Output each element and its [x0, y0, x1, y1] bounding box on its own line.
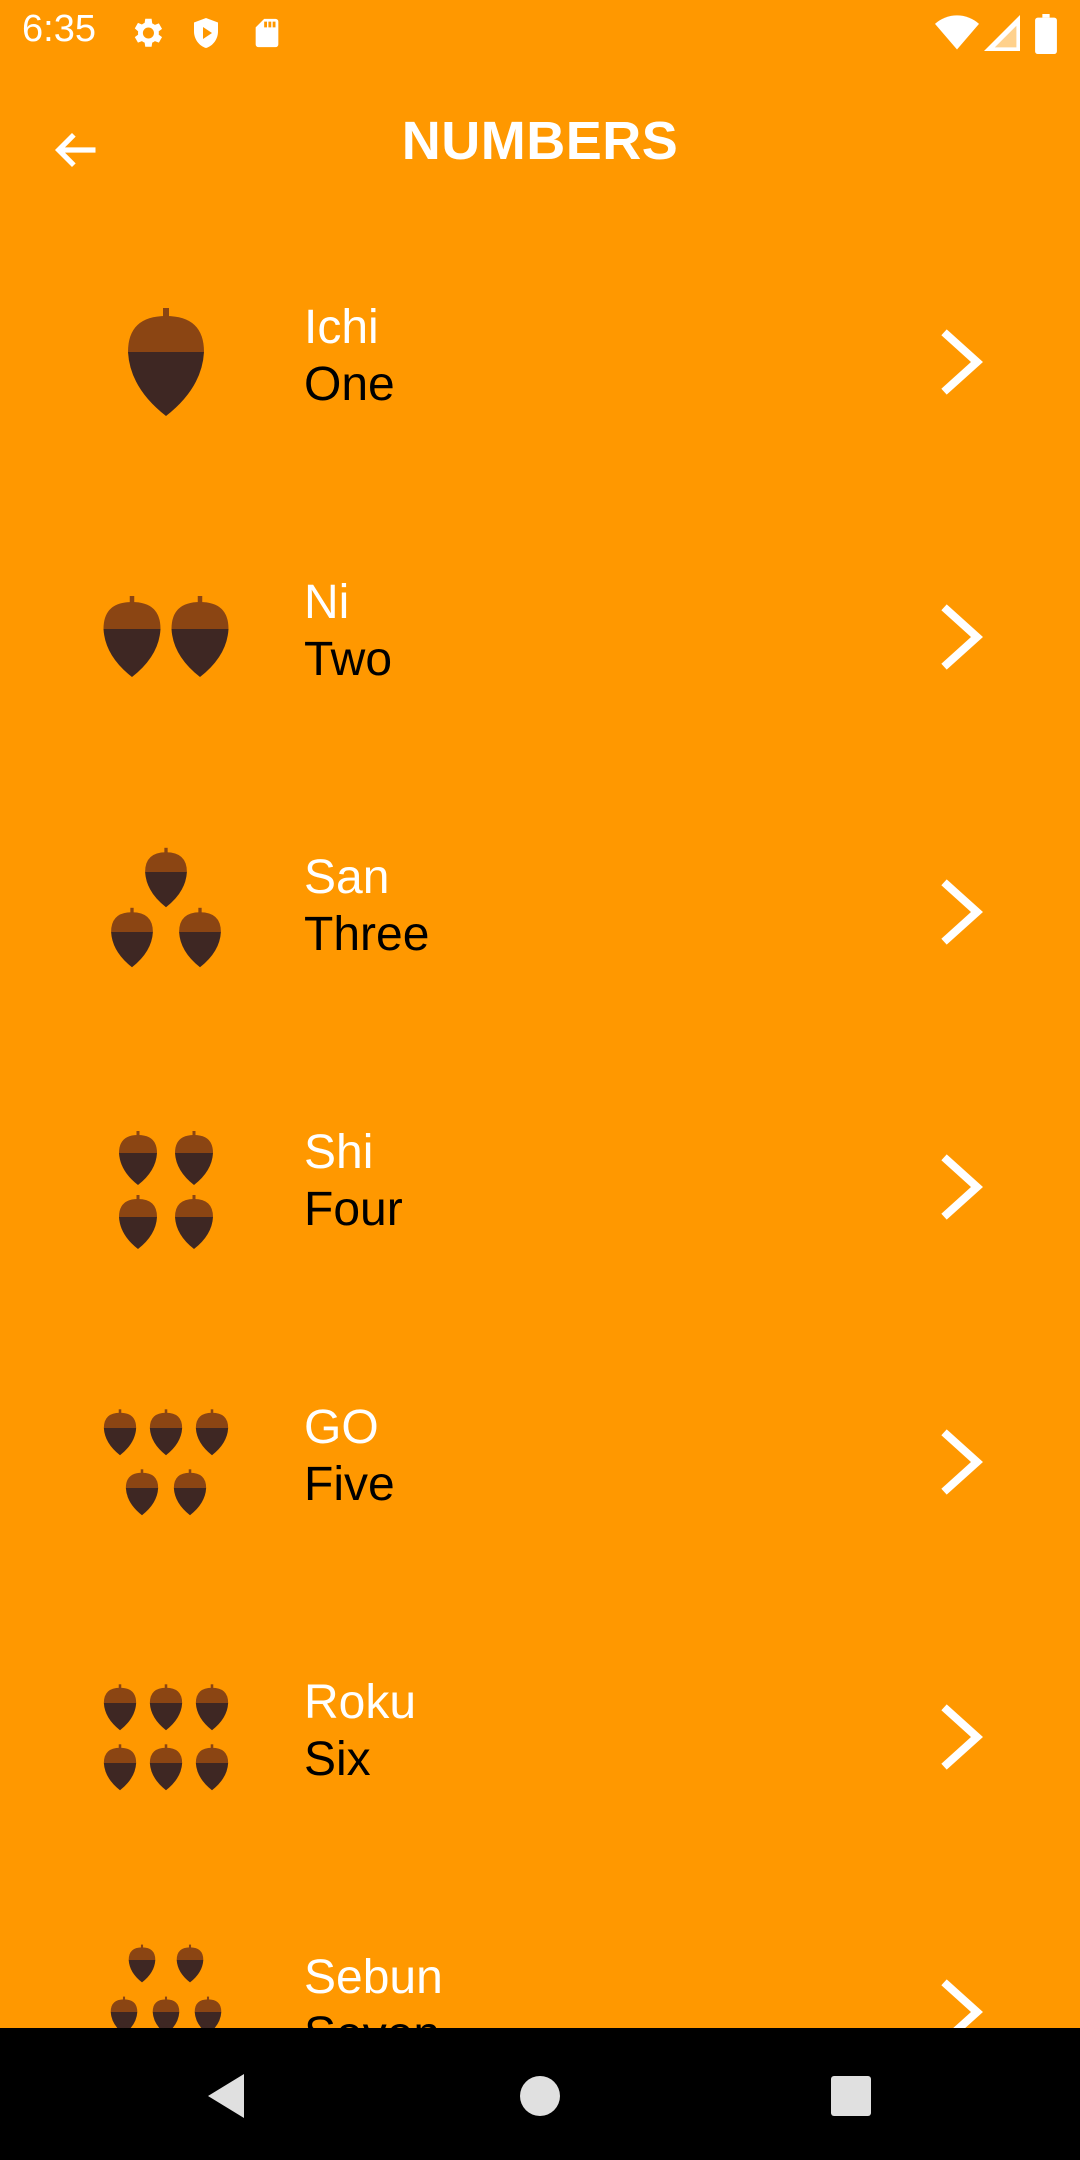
list-item[interactable]: Ichi One	[0, 222, 1080, 497]
app-bar: NUMBERS	[0, 66, 1080, 222]
word-text: Shi Four	[304, 1124, 403, 1238]
acorn-icon	[125, 1469, 159, 1516]
english-word: Two	[304, 633, 393, 686]
acorn-icon	[171, 596, 229, 677]
battery-icon	[1034, 14, 1058, 59]
status-bar: 6:35	[0, 0, 1080, 66]
chevron-right-icon	[941, 879, 983, 945]
acorn-icon	[128, 308, 204, 416]
acorn-icon	[195, 1409, 229, 1456]
english-word: One	[304, 358, 395, 411]
japanese-word: Roku	[304, 1676, 417, 1729]
acorn-icon	[149, 1409, 183, 1456]
navigation-bar	[0, 2028, 1080, 2160]
word-text: Ichi One	[304, 299, 395, 413]
english-word: Three	[304, 908, 430, 961]
nav-recents-button[interactable]	[811, 2058, 891, 2138]
word-text: Ni Two	[304, 574, 392, 688]
acorn-three-icon	[111, 847, 221, 968]
chevron-right-icon	[941, 1704, 983, 1770]
acorn-icon	[119, 1195, 157, 1249]
japanese-word: GO	[304, 1401, 379, 1454]
japanese-word: Sebun	[304, 1951, 443, 2004]
acorn-one-icon	[128, 308, 204, 416]
nav-home-button[interactable]	[500, 2058, 580, 2138]
acorn-icon	[175, 1131, 213, 1185]
list-item[interactable]: Shi Four	[0, 1047, 1080, 1322]
acorn-icon	[119, 1131, 157, 1185]
list-item[interactable]: Sebun Seven	[0, 1872, 1080, 2028]
acorn-icon	[175, 1195, 213, 1249]
nav-home-icon	[518, 2074, 562, 2123]
acorn-four-icon	[119, 1131, 213, 1249]
chevron-right-icon	[941, 1979, 983, 2028]
nav-back-button[interactable]	[186, 2058, 266, 2138]
japanese-word: Shi	[304, 1126, 374, 1179]
status-time: 6:35	[22, 8, 96, 50]
acorn-six-icon	[103, 1684, 229, 1791]
acorn-icon	[103, 1684, 137, 1731]
list-item[interactable]: GO Five	[0, 1322, 1080, 1597]
nav-recents-icon	[829, 2074, 873, 2123]
japanese-word: San	[304, 851, 390, 904]
acorn-two-icon	[103, 596, 229, 677]
english-word: Four	[304, 1183, 403, 1236]
english-word: Six	[304, 1733, 371, 1786]
nav-back-icon	[204, 2072, 248, 2125]
acorn-icon	[111, 907, 153, 968]
acorn-icon	[103, 1409, 137, 1456]
acorn-icon	[149, 1744, 183, 1791]
acorn-icon	[145, 847, 187, 908]
word-text: San Three	[304, 849, 429, 963]
acorn-icon	[179, 907, 221, 968]
chevron-right-icon	[941, 329, 983, 395]
acorn-icon	[195, 1684, 229, 1731]
acorn-icon	[103, 596, 161, 677]
acorn-five-icon	[103, 1409, 229, 1516]
acorn-icon	[194, 1996, 222, 2028]
gear-icon	[128, 14, 166, 57]
shield-icon	[188, 14, 224, 57]
signal-icon	[984, 14, 1020, 57]
chevron-right-icon	[941, 1429, 983, 1495]
chevron-right-icon	[941, 604, 983, 670]
word-text: Roku Six	[304, 1674, 416, 1788]
japanese-word: Ni	[304, 576, 350, 629]
english-word: Five	[304, 1458, 395, 1511]
sd-card-icon	[250, 14, 284, 57]
english-word: Seven	[304, 2006, 443, 2028]
acorn-icon	[110, 1996, 138, 2028]
page-title: NUMBERS	[401, 111, 679, 171]
acorn-icon	[173, 1469, 207, 1516]
acorn-icon	[103, 1744, 137, 1791]
list-item[interactable]: Ni Two	[0, 497, 1080, 772]
japanese-word: Ichi	[304, 301, 379, 354]
acorn-icon	[176, 1944, 204, 1983]
chevron-right-icon	[941, 1154, 983, 1220]
acorn-icon	[152, 1996, 180, 2028]
list-item[interactable]: San Three	[0, 772, 1080, 1047]
acorn-icon	[149, 1684, 183, 1731]
acorn-icon	[128, 1944, 156, 1983]
acorn-icon	[195, 1744, 229, 1791]
word-text: Sebun Seven	[304, 1949, 443, 2028]
wifi-icon	[935, 14, 979, 57]
acorn-seven-icon	[110, 1944, 222, 2028]
list-item[interactable]: Roku Six	[0, 1597, 1080, 1872]
numbers-list[interactable]: Ichi One Ni Two San Three Shi Four GO Fi…	[0, 222, 1080, 2028]
word-text: GO Five	[304, 1399, 395, 1513]
